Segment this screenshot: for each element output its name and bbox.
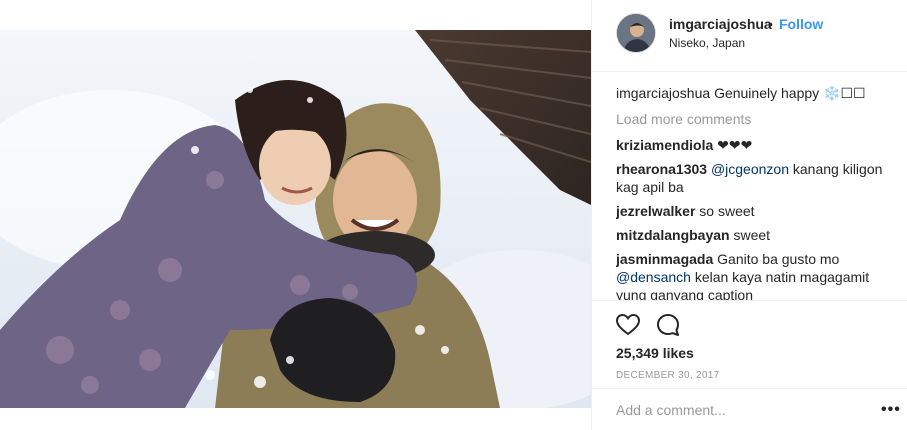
comment-mention[interactable]: @jcgeonzon <box>711 161 789 177</box>
post-date[interactable]: DECEMBER 30, 2017 <box>616 370 719 381</box>
comment-username[interactable]: mitzdalangbayan <box>616 227 730 243</box>
post-media-pane <box>0 0 591 430</box>
post-side-panel: imgarciajoshua • Follow Niseko, Japan im… <box>591 0 907 430</box>
comment-text: sweet <box>733 227 771 243</box>
more-options-button[interactable]: ••• <box>881 401 901 419</box>
comment-text: so sweet <box>699 203 755 219</box>
comments-list[interactable]: imgarciajoshua Genuinely happy ❄️☐☐ Load… <box>616 84 896 300</box>
comment-bubble-icon[interactable] <box>654 311 682 339</box>
comment-username[interactable]: jasminmagada <box>616 251 713 267</box>
post-photo-image <box>0 30 591 408</box>
caption-username[interactable]: imgarciajoshua <box>616 85 710 101</box>
profile-avatar[interactable] <box>616 13 656 53</box>
likes-count[interactable]: 25,349 likes <box>616 345 694 361</box>
caption-text: Genuinely happy ❄️☐☐ <box>714 85 866 101</box>
post-caption: imgarciajoshua Genuinely happy ❄️☐☐ <box>616 84 896 102</box>
load-more-comments-button[interactable]: Load more comments <box>616 110 896 128</box>
comment-text: ❤❤❤ <box>717 137 753 153</box>
comment-item: kriziamendiola ❤❤❤ <box>616 136 896 154</box>
avatar-image <box>617 14 655 52</box>
heart-icon[interactable] <box>614 311 642 339</box>
header-username[interactable]: imgarciajoshua <box>669 16 772 32</box>
header-separator: • <box>768 16 773 32</box>
comment-username[interactable]: kriziamendiola <box>616 137 713 153</box>
comment-username[interactable]: jezrelwalker <box>616 203 695 219</box>
comment-bubble-icon-svg <box>657 314 679 336</box>
comment-item: jasminmagada Ganito ba gusto mo @densanc… <box>616 250 896 300</box>
comment-text: Ganito ba gusto mo <box>717 251 840 267</box>
follow-button[interactable]: Follow <box>779 16 823 32</box>
comment-username[interactable]: rhearona1303 <box>616 161 707 177</box>
comment-item: mitzdalangbayan sweet <box>616 226 896 244</box>
location-link[interactable]: Niseko, Japan <box>669 36 745 50</box>
post-header: imgarciajoshua • Follow Niseko, Japan <box>592 0 907 72</box>
post-actions: 25,349 likes DECEMBER 30, 2017 <box>592 300 907 388</box>
heart-icon-svg <box>615 313 641 336</box>
comment-item: jezrelwalker so sweet <box>616 202 896 220</box>
add-comment-bar: ••• <box>592 388 907 430</box>
add-comment-input[interactable] <box>616 400 856 420</box>
comment-mention[interactable]: @densanch <box>616 269 691 285</box>
comment-item: rhearona1303 @jcgeonzon kanang kiligon k… <box>616 160 896 196</box>
post-photo[interactable] <box>0 30 591 408</box>
